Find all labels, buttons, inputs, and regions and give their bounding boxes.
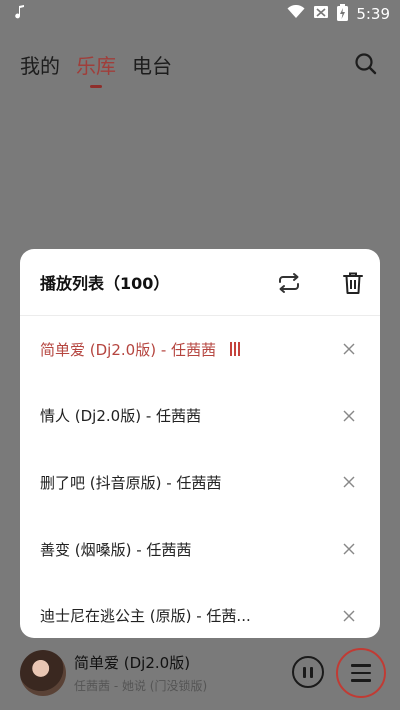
playlist-menu-icon[interactable] bbox=[336, 648, 386, 698]
playlist-panel: 播放列表（100） 简单爱 (Dj2.0版) - 任茜茜 情人 (Dj2.0版)… bbox=[20, 249, 380, 638]
song-title: 善变 (烟嗓版) - 任茜茜 bbox=[40, 540, 192, 559]
music-note-icon bbox=[14, 4, 26, 24]
no-sim-icon bbox=[313, 5, 329, 23]
remove-song-icon[interactable] bbox=[340, 607, 358, 625]
now-playing-subtitle: 任茜茜 - 她说 (门没锁版) bbox=[74, 679, 208, 693]
remove-song-icon[interactable] bbox=[340, 540, 358, 558]
song-title: 情人 (Dj2.0版) - 任茜茜 bbox=[40, 407, 201, 426]
status-time: 5:39 bbox=[356, 5, 390, 23]
album-art[interactable] bbox=[20, 650, 66, 696]
pause-icon[interactable] bbox=[292, 656, 324, 688]
battery-charging-icon bbox=[337, 3, 349, 25]
song-row[interactable]: 迪士尼在逃公主 (原版) - 任茜... bbox=[20, 582, 380, 638]
top-tabs: 我的 乐库 电台 bbox=[0, 44, 400, 88]
status-bar: 5:39 bbox=[0, 0, 400, 28]
tab-mine[interactable]: 我的 bbox=[20, 50, 60, 79]
now-playing-bars-icon bbox=[230, 342, 240, 357]
remove-song-icon[interactable] bbox=[340, 340, 358, 358]
wifi-icon bbox=[287, 4, 305, 23]
song-title: 简单爱 (Dj2.0版) - 任茜茜 bbox=[40, 340, 216, 359]
song-title: 删了吧 (抖音原版) - 任茜茜 bbox=[40, 473, 222, 492]
mini-player: 简单爱 (Dj2.0版) 任茜茜 - 她说 (门没锁版) bbox=[0, 640, 400, 710]
song-row[interactable]: 删了吧 (抖音原版) - 任茜茜 bbox=[20, 449, 380, 516]
song-row[interactable]: 简单爱 (Dj2.0版) - 任茜茜 bbox=[20, 316, 380, 383]
trash-icon[interactable] bbox=[340, 270, 366, 296]
repeat-mode-icon[interactable] bbox=[276, 270, 302, 296]
tab-radio[interactable]: 电台 bbox=[132, 50, 172, 79]
search-icon[interactable] bbox=[352, 50, 380, 78]
song-row[interactable]: 情人 (Dj2.0版) - 任茜茜 bbox=[20, 383, 380, 450]
tab-library[interactable]: 乐库 bbox=[76, 50, 116, 88]
now-playing-title: 简单爱 (Dj2.0版) bbox=[74, 654, 191, 672]
song-row[interactable]: 善变 (烟嗓版) - 任茜茜 bbox=[20, 516, 380, 583]
playlist-title: 播放列表（100） bbox=[40, 274, 170, 293]
song-title: 迪士尼在逃公主 (原版) - 任茜... bbox=[40, 607, 251, 626]
remove-song-icon[interactable] bbox=[340, 407, 358, 425]
song-list: 简单爱 (Dj2.0版) - 任茜茜 情人 (Dj2.0版) - 任茜茜 删了吧… bbox=[20, 316, 380, 638]
playlist-header: 播放列表（100） bbox=[20, 249, 380, 316]
remove-song-icon[interactable] bbox=[340, 473, 358, 491]
